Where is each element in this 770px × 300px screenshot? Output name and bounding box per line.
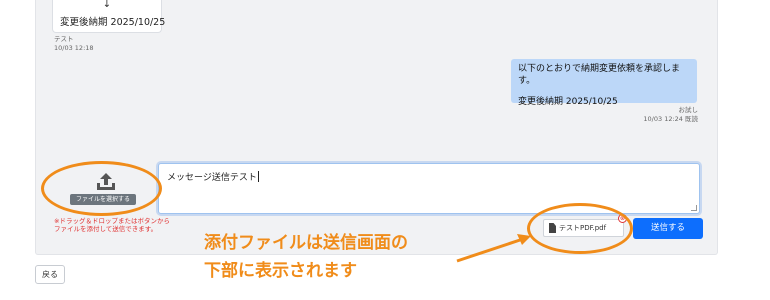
annotation-arrow-icon (456, 234, 531, 263)
received-date-line: 変更後納期 2025/10/25 (60, 17, 166, 28)
back-button[interactable]: 戻る (35, 265, 65, 284)
help-line-2: ファイルを添付して送信できます。 (54, 225, 158, 233)
received-sender: テスト (54, 35, 74, 43)
message-input[interactable]: メッセージ送信テスト (158, 163, 700, 214)
upload-help-text: ※ドラッグ＆ドロップまたはボタンから ファイルを添付して送信できます。 (54, 217, 170, 233)
text-caret (257, 171, 259, 182)
received-time: 10/03 12:18 (54, 44, 94, 52)
sent-sender: お試し (678, 106, 699, 114)
send-button[interactable]: 送信する (633, 218, 703, 239)
sent-meta: お試し 10/03 12:24 既読 (643, 106, 698, 124)
sent-time-status: 10/03 12:24 既読 (643, 115, 698, 123)
sent-line-1: 以下のとおりで納期変更依頼を承認します。 (518, 64, 681, 86)
annotation-line-1: 添付ファイルは送信画面の (204, 233, 408, 253)
received-message-bubble: ↓ 変更後納期 2025/10/25 (52, 0, 166, 33)
annotation-circle-upload (41, 161, 162, 216)
annotation-line-2: 下部に表示されます (204, 261, 357, 281)
help-line-1: ※ドラッグ＆ドロップまたはボタンから (54, 217, 170, 225)
message-text: メッセージ送信テスト (167, 173, 257, 183)
sent-message-bubble: 以下のとおりで納期変更依頼を承認します。 変更後納期 2025/10/25 (511, 59, 697, 107)
annotation-text: 添付ファイルは送信画面の 下部に表示されます (204, 229, 408, 285)
resize-handle[interactable] (691, 205, 697, 211)
annotation-circle-attachment (527, 203, 633, 254)
chat-screen: ↓ 変更後納期 2025/10/25 テスト 10/03 12:18 以下のとお… (0, 0, 770, 300)
received-meta: テスト 10/03 12:18 (54, 35, 94, 53)
down-arrow: ↓ (102, 0, 112, 10)
